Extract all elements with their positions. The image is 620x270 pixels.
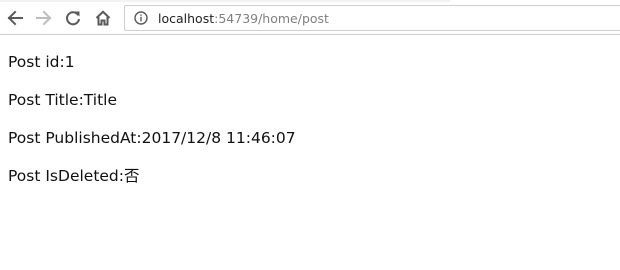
info-icon[interactable] (134, 11, 148, 25)
browser-toolbar: localhost:54739/home/post (0, 2, 620, 35)
forward-button[interactable] (32, 6, 56, 30)
reload-button[interactable] (61, 6, 85, 30)
post-id-line: Post id:1 (8, 53, 75, 71)
back-button[interactable] (3, 6, 27, 30)
reload-icon (66, 11, 80, 26)
post-is-deleted-line: Post IsDeleted:否 (8, 167, 140, 185)
home-icon (95, 10, 111, 26)
forward-arrow-icon (36, 10, 52, 26)
page-content: Post id:1 Post Title:Title Post Publishe… (8, 35, 608, 195)
address-bar[interactable]: localhost:54739/home/post (124, 5, 620, 31)
home-button[interactable] (91, 6, 115, 30)
back-arrow-icon (7, 10, 23, 26)
url-host: localhost (158, 11, 215, 26)
post-published-at-line: Post PublishedAt:2017/12/8 11:46:07 (8, 129, 296, 147)
url-path: :54739/home/post (214, 11, 329, 26)
url-text[interactable]: localhost:54739/home/post (158, 11, 329, 26)
post-title-line: Post Title:Title (8, 91, 118, 109)
